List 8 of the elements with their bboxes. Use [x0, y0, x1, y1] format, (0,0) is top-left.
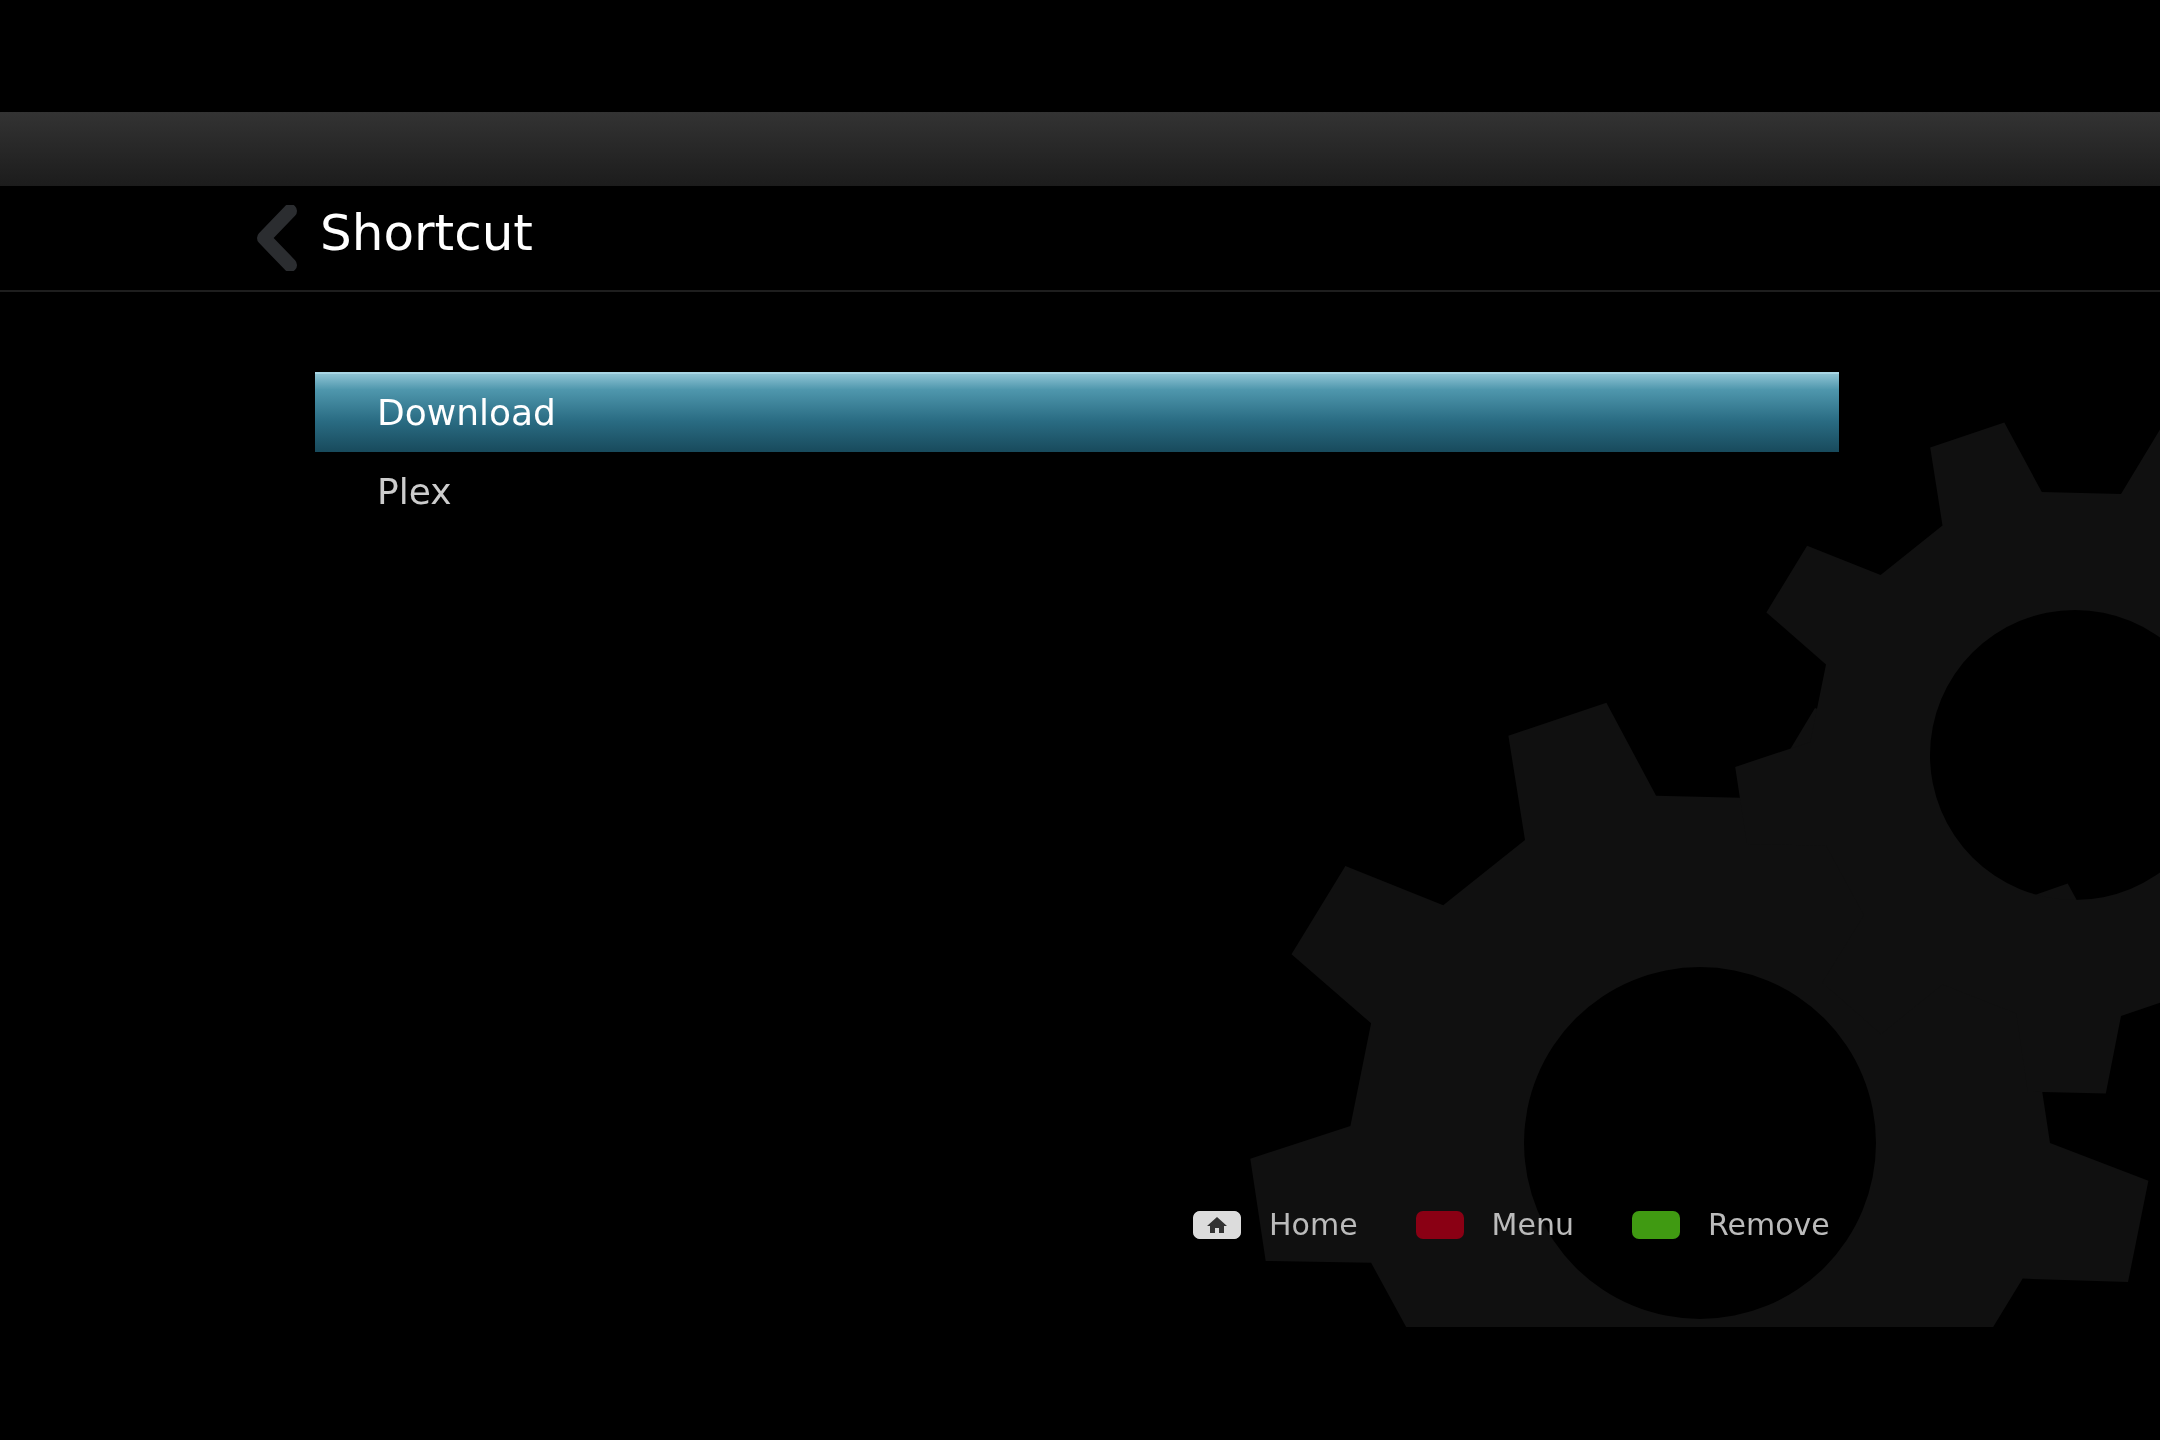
key-hint-label: Home	[1269, 1206, 1358, 1244]
back-chevron-icon[interactable]	[254, 205, 298, 271]
key-hint-label: Menu	[1491, 1206, 1574, 1244]
menu-item[interactable]: Download	[315, 372, 1839, 452]
screen-title: Shortcut	[320, 202, 533, 264]
key-hint-label: Remove	[1707, 1206, 1830, 1244]
menu-item[interactable]: Plex	[315, 452, 1839, 532]
home-key-icon	[1193, 1210, 1241, 1239]
